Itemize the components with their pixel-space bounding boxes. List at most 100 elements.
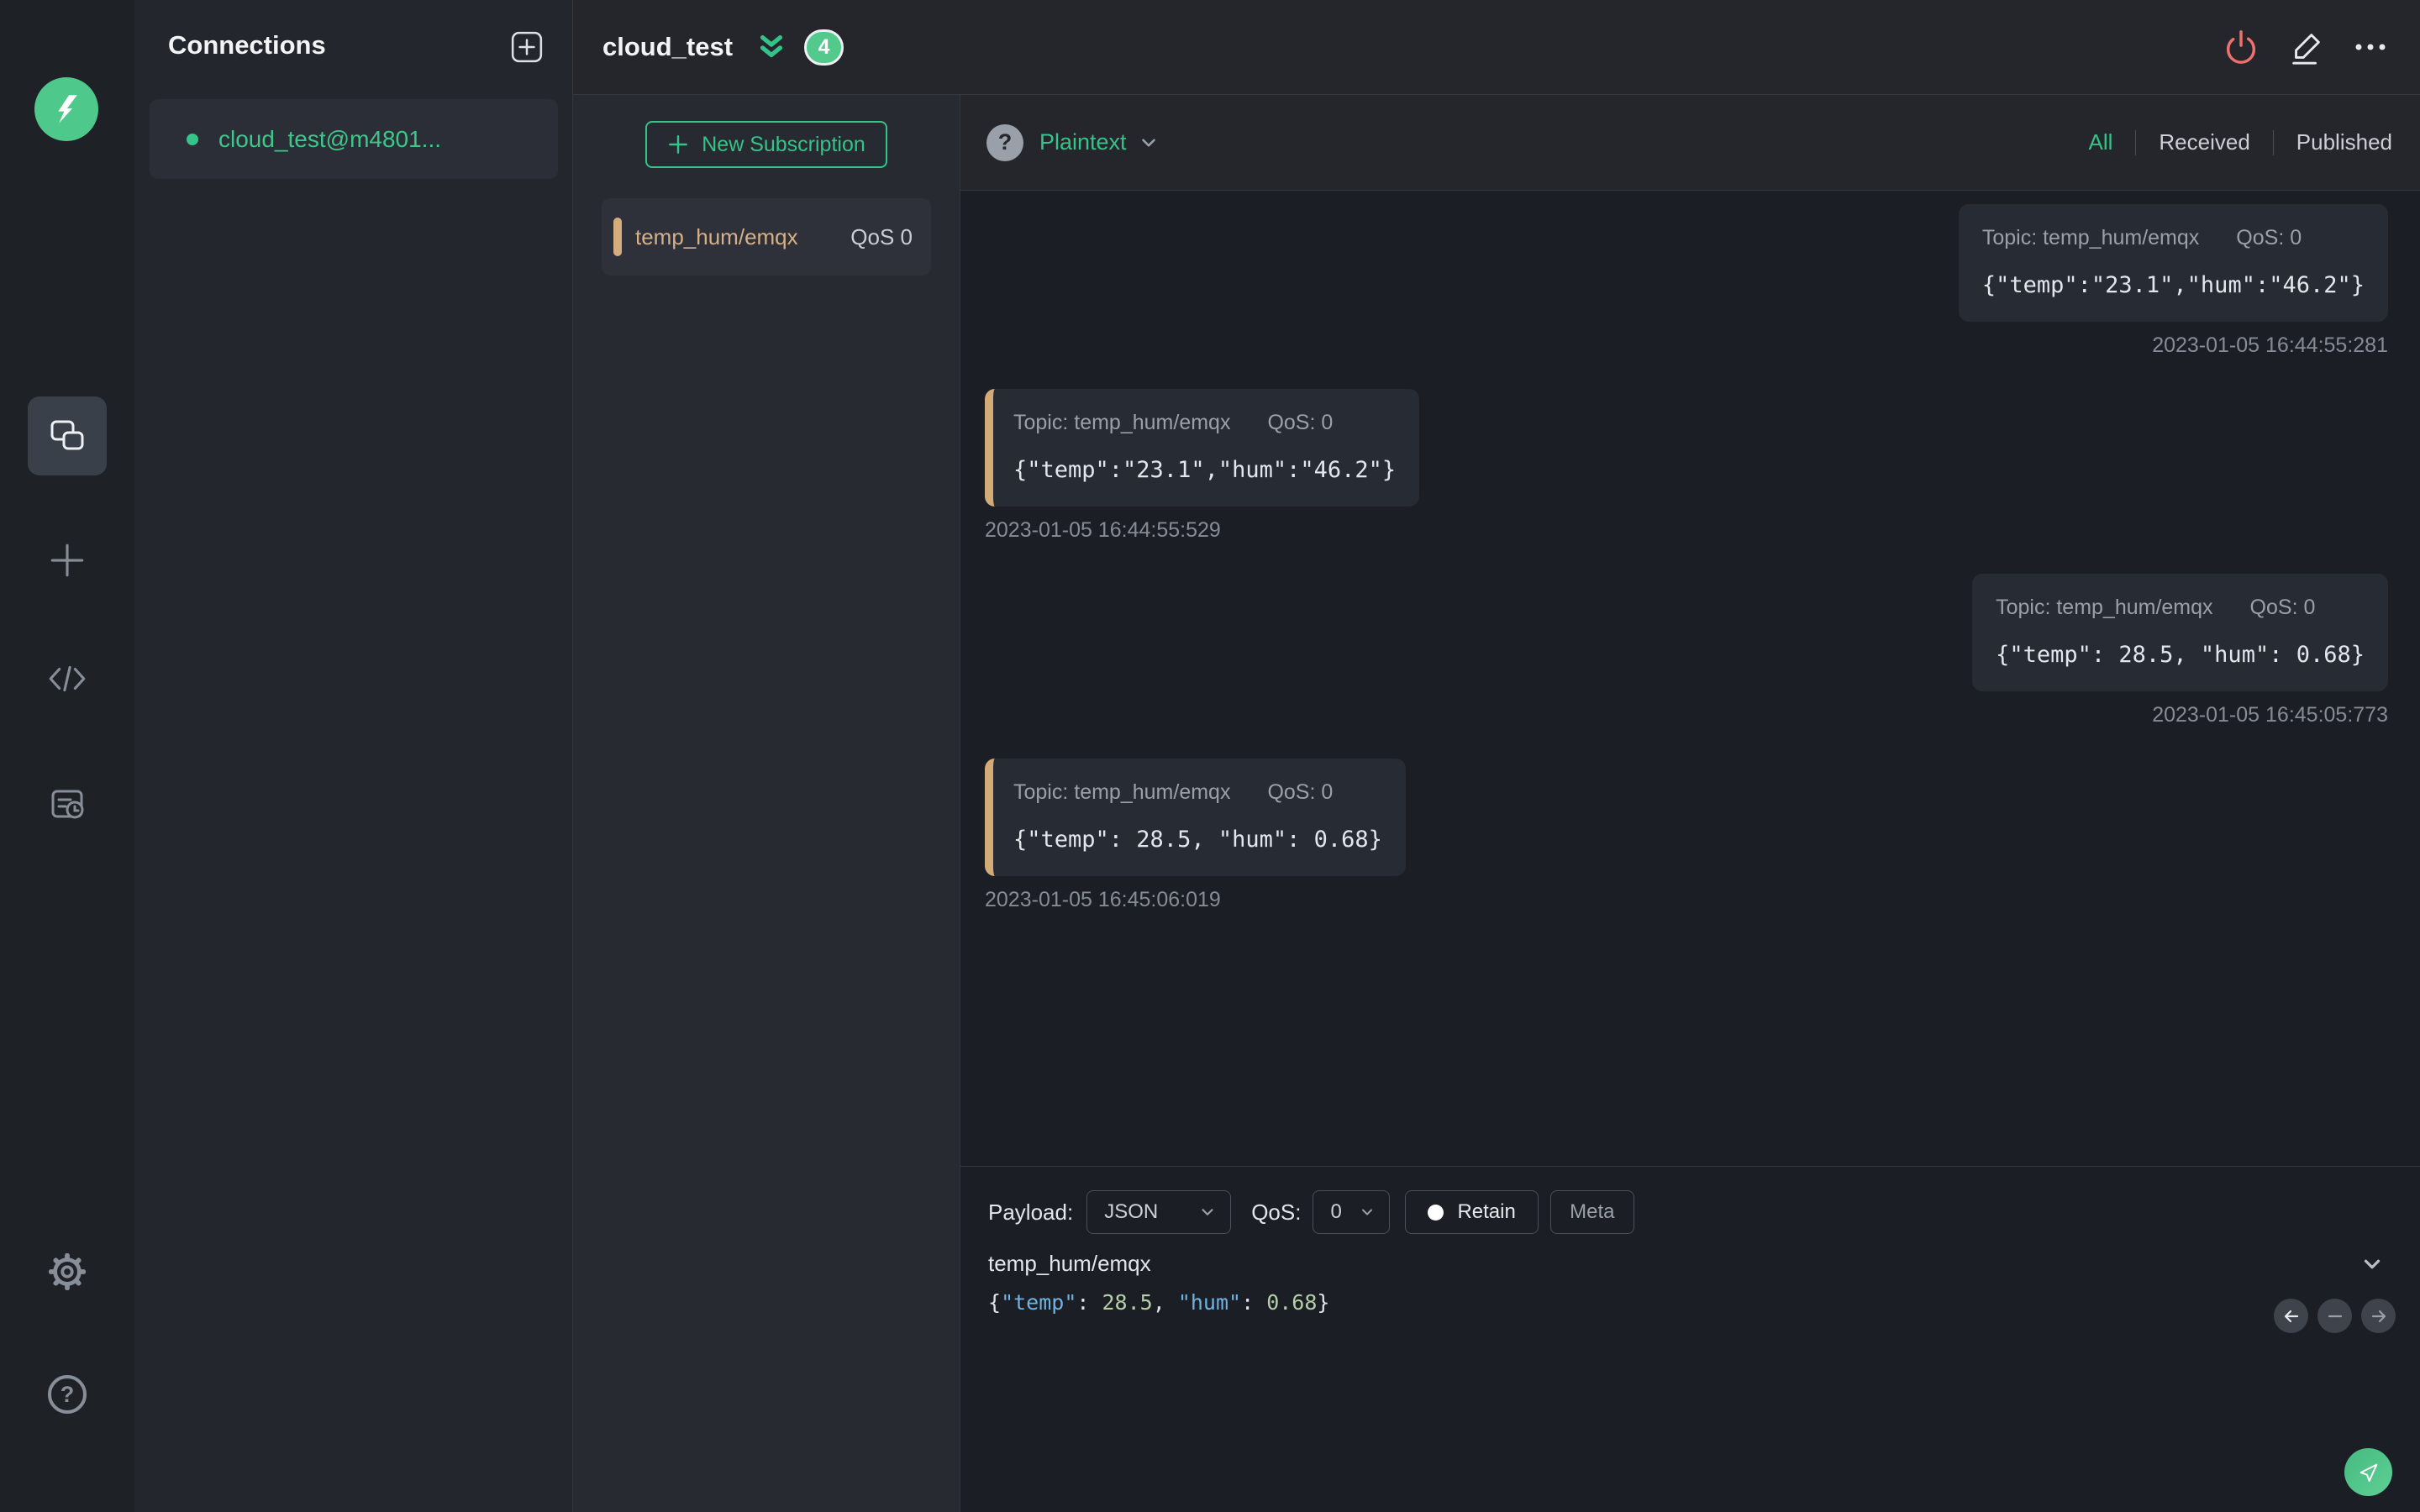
- more-options-button[interactable]: [2353, 29, 2388, 65]
- publish-controls: Payload: JSON QoS: 0 Retain Meta: [988, 1190, 2388, 1234]
- qos-label: QoS:: [1251, 1199, 1302, 1225]
- message-card[interactable]: Topic: temp_hum/emqx QoS: 0 {"temp":"23.1"…: [1958, 204, 2388, 322]
- connection-status-dot: [187, 133, 198, 145]
- mqttx-logo-icon: [34, 77, 98, 141]
- message-topic: Topic: temp_hum/emqx: [1981, 226, 2200, 249]
- log-icon: [51, 790, 84, 819]
- clear-message-button[interactable]: [2317, 1299, 2352, 1333]
- message-received: Topic: temp_hum/emqx QoS: 0 {"temp":"23.1"…: [985, 389, 1420, 543]
- payload-format-value: JSON: [1104, 1200, 1159, 1223]
- retain-label: Retain: [1457, 1200, 1516, 1223]
- message-published: Topic: temp_hum/emqx QoS: 0 {"temp":"23.1"…: [1958, 204, 2388, 358]
- send-plane-icon: [2360, 1463, 2377, 1482]
- mqttx-app: ? Connections cloud_test@m4801... cloud_…: [0, 0, 2420, 1512]
- message-timestamp: 2023-01-05 16:45:06:019: [985, 888, 1221, 911]
- payload-format-select[interactable]: JSON: [1086, 1190, 1232, 1234]
- message-timestamp: 2023-01-05 16:44:55:281: [2152, 333, 2388, 357]
- tab-received[interactable]: Received: [2159, 129, 2249, 155]
- message-payload: {"temp":"23.1","hum":"46.2"}: [1013, 457, 1397, 483]
- tab-published[interactable]: Published: [2296, 129, 2392, 155]
- ellipsis-icon: [2355, 44, 2386, 50]
- message-pane: ? Plaintext All Received Published Topic…: [960, 95, 2420, 1512]
- prev-message-button[interactable]: [2274, 1299, 2308, 1333]
- pencil-icon: [2292, 34, 2320, 65]
- sidebar-item-script[interactable]: [28, 639, 107, 718]
- message-payload: {"temp":"23.1","hum":"46.2"}: [1981, 272, 2365, 298]
- tab-separator: [2272, 129, 2274, 155]
- connection-item[interactable]: cloud_test@m4801...: [150, 99, 558, 179]
- send-button[interactable]: [2344, 1448, 2392, 1496]
- arrow-right-icon: [2371, 1310, 2386, 1322]
- message-topic: Topic: temp_hum/emqx: [1013, 411, 1231, 434]
- subscription-qos: QoS 0: [850, 223, 913, 249]
- connections-title: Connections: [168, 30, 326, 60]
- double-chevron-down-icon[interactable]: [755, 31, 787, 63]
- message-timestamp: 2023-01-05 16:44:55:529: [985, 518, 1221, 542]
- connection-title: cloud_test: [602, 32, 734, 61]
- message-list: Topic: temp_hum/emqx QoS: 0 {"temp":"23.1"…: [960, 191, 2420, 1166]
- tab-separator: [2135, 129, 2137, 155]
- qos-select[interactable]: 0: [1313, 1190, 1391, 1234]
- retain-indicator-dot: [1428, 1204, 1444, 1221]
- message-published: Topic: temp_hum/emqx QoS: 0 {"temp": 28.5,…: [1972, 574, 2388, 727]
- collapse-publish-icon[interactable]: [2360, 1252, 2385, 1277]
- publish-topic-input[interactable]: temp_hum/emqx: [988, 1251, 1151, 1277]
- help-icon: ?: [48, 1375, 87, 1414]
- chevron-down-icon: [1362, 1209, 1373, 1215]
- message-format-select[interactable]: Plaintext: [1039, 129, 1160, 155]
- message-timestamp: 2023-01-05 16:45:05:773: [2152, 703, 2388, 727]
- new-subscription-button[interactable]: New Subscription: [645, 121, 887, 168]
- publish-payload-editor[interactable]: {"temp": 28.5, "hum": 0.68}: [988, 1290, 2388, 1315]
- message-qos: QoS: 0: [2249, 596, 2316, 619]
- plus-icon: [50, 543, 84, 577]
- sidebar-item-new-connection[interactable]: [28, 521, 107, 600]
- power-icon: [2226, 30, 2256, 64]
- subscription-color-bar: [613, 218, 622, 256]
- message-payload: {"temp": 28.5, "hum": 0.68}: [1013, 827, 1382, 853]
- message-qos: QoS: 0: [1267, 411, 1334, 434]
- minus-icon: [2328, 1315, 2342, 1317]
- sidebar-item-help[interactable]: ?: [28, 1355, 107, 1434]
- new-subscription-label: New Subscription: [702, 132, 865, 156]
- connections-panel: Connections cloud_test@m4801...: [134, 0, 573, 1512]
- message-card[interactable]: Topic: temp_hum/emqx QoS: 0 {"temp": 28.5,…: [985, 759, 1406, 876]
- main-area: cloud_test 4 New Subscription temp_hum/e…: [573, 0, 2420, 1512]
- message-card[interactable]: Topic: temp_hum/emqx QoS: 0 {"temp": 28.5,…: [1972, 574, 2388, 691]
- gear-icon: [48, 1252, 87, 1291]
- subscription-item[interactable]: temp_hum/emqx QoS 0: [602, 198, 931, 276]
- format-help-icon[interactable]: ?: [986, 123, 1023, 161]
- tab-all[interactable]: All: [2088, 129, 2112, 155]
- edit-connection-button[interactable]: [2287, 28, 2326, 66]
- plus-icon: [669, 135, 688, 154]
- sidebar-item-settings[interactable]: [28, 1232, 107, 1311]
- connection-header: cloud_test 4: [573, 0, 2420, 95]
- message-nav-buttons: [2274, 1299, 2396, 1333]
- message-qos: QoS: 0: [2236, 226, 2302, 249]
- sidebar-item-connections[interactable]: [28, 396, 107, 475]
- icon-rail: ?: [0, 0, 134, 1512]
- message-card[interactable]: Topic: temp_hum/emqx QoS: 0 {"temp":"23.1"…: [985, 389, 1420, 507]
- retain-toggle[interactable]: Retain: [1405, 1190, 1539, 1234]
- sidebar-item-log[interactable]: [28, 764, 107, 843]
- main-body: New Subscription temp_hum/emqx QoS 0 ? P…: [573, 95, 2420, 1512]
- message-topic: Topic: temp_hum/emqx: [1013, 780, 1231, 804]
- message-filter-bar: ? Plaintext All Received Published: [960, 95, 2420, 191]
- message-qos: QoS: 0: [1267, 780, 1334, 804]
- header-actions: [2222, 28, 2388, 66]
- message-payload: {"temp": 28.5, "hum": 0.68}: [1996, 642, 2365, 668]
- chevron-down-icon: [1141, 138, 1155, 147]
- add-connection-button[interactable]: [510, 30, 544, 64]
- payload-label: Payload:: [988, 1199, 1074, 1225]
- arrow-left-icon: [2284, 1310, 2298, 1322]
- publish-topic-row: temp_hum/emqx: [988, 1251, 2388, 1277]
- message-format-value: Plaintext: [1039, 129, 1127, 155]
- publish-panel: Payload: JSON QoS: 0 Retain Meta temp_hu…: [960, 1166, 2420, 1512]
- subscription-count-badge: 4: [804, 29, 844, 66]
- disconnect-button[interactable]: [2222, 28, 2260, 66]
- next-message-button[interactable]: [2361, 1299, 2396, 1333]
- message-received: Topic: temp_hum/emqx QoS: 0 {"temp": 28.5,…: [985, 759, 1406, 912]
- subscription-topic: temp_hum/emqx: [635, 223, 798, 249]
- meta-button[interactable]: Meta: [1549, 1190, 1634, 1234]
- connection-name: cloud_test@m4801...: [218, 125, 442, 152]
- subscriptions-panel: New Subscription temp_hum/emqx QoS 0: [573, 95, 960, 1512]
